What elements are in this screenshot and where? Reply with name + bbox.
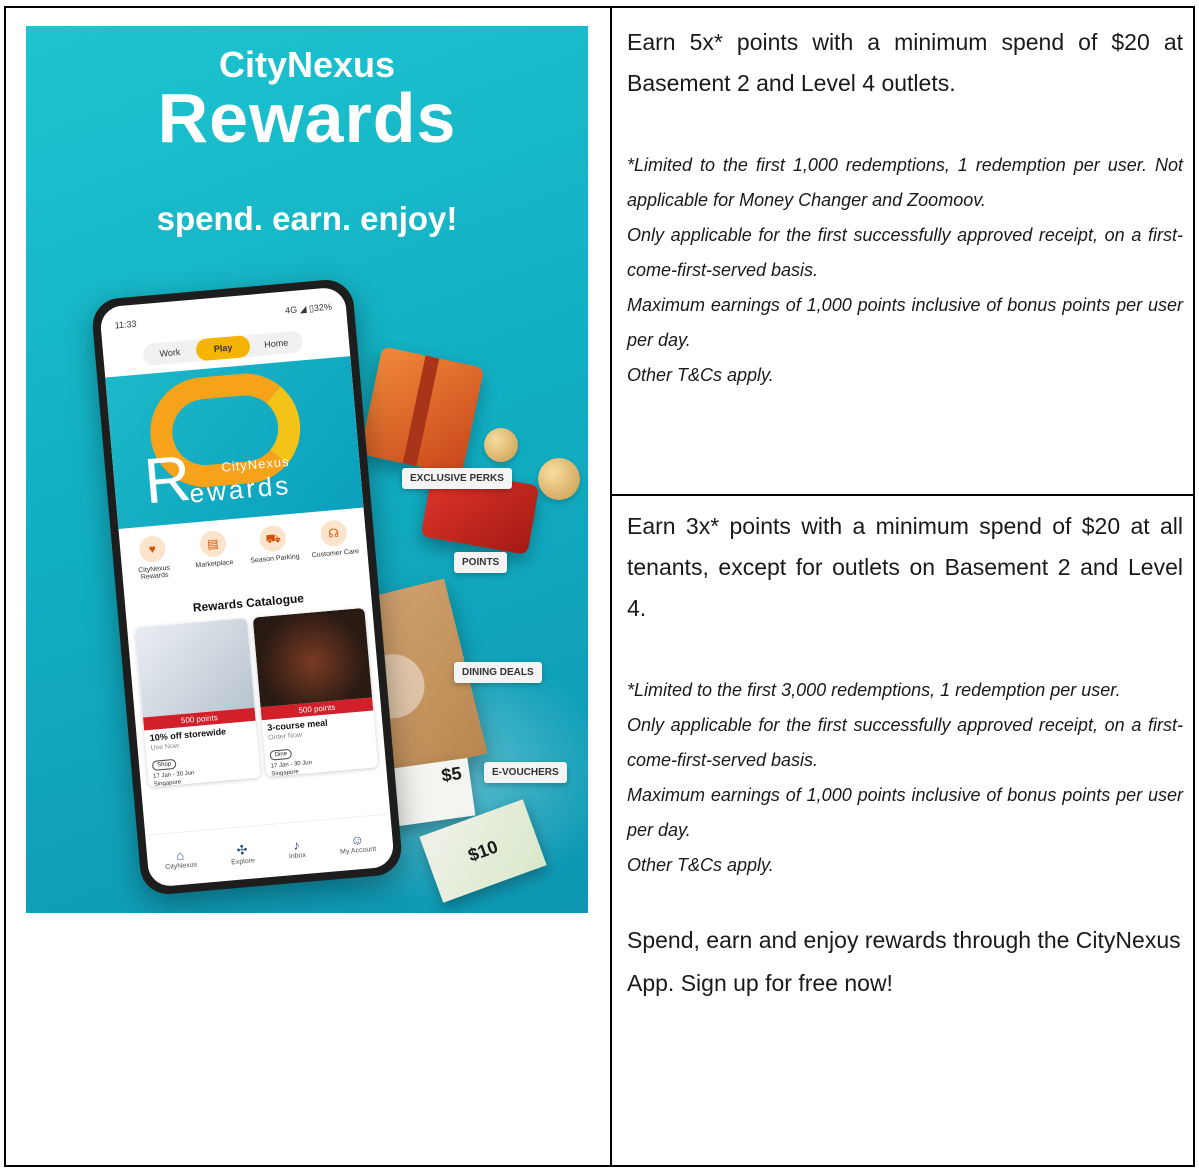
offer-3x-note-receipt: Only applicable for the first successful… [627,715,1183,770]
tab-work[interactable]: Work [142,340,197,367]
shortcut-label: CityNexus Rewards [137,564,171,582]
poster-tagline: spend. earn. enjoy! [156,200,458,237]
shortcut-marketplace[interactable]: ▤ Marketplace [186,529,242,577]
mode-tabs: Work Play Home [142,330,304,367]
bell-icon: ♪ [292,837,301,853]
shortcut-label: Customer Care [311,548,360,560]
status-signal: 4G ◢ ▯32% [284,301,333,316]
tag-e-vouchers: E-VOUCHERS [484,762,567,783]
reward-card[interactable]: 500 points 3-course meal Order Now Dine … [252,607,379,778]
signup-cta: Spend, earn and enjoy rewards through th… [627,927,1181,996]
shortcut-label: Marketplace [195,559,234,570]
shortcut-customer-care[interactable]: ☊ Customer Care [307,518,363,566]
sneakers-image [135,618,255,718]
offer-5x-note-tcs: Other T&Cs apply. [627,365,774,385]
rewards-poster-image: CityNexus Rewards spend. earn. enjoy! $5… [26,26,588,913]
coin-icon [484,428,518,462]
coin-icon [538,458,580,500]
phone-mockup: 11:33 4G ◢ ▯32% Work Play Home R CityNex… [90,277,404,897]
tag-exclusive-perks: EXCLUSIVE PERKS [402,468,512,489]
offer-5x-note-limit: *Limited to the first 1,000 redemptions,… [627,155,1183,210]
catalogue-cards: 500 points 10% off storewide Use Now Sho… [135,607,379,788]
nav-citynexus[interactable]: ⌂ CityNexus [164,846,198,872]
car-icon: ⛟ [259,524,288,553]
nav-label: CityNexus [164,861,198,872]
headset-icon: ☊ [319,519,348,548]
app-hero-banner: R CityNexus ewards [105,356,364,529]
rewards-icon: ♥ [138,535,167,564]
poster-brand-line2: Rewards [157,79,457,157]
nav-explore[interactable]: ✣ Explore [230,841,256,866]
tab-play[interactable]: Play [195,334,251,362]
steak-image [252,607,373,708]
offer-5x-note-max: Maximum earnings of 1,000 points inclusi… [627,295,1183,350]
offer-5x-headline: Earn 5x* points with a minimum spend of … [627,29,1183,96]
status-time: 11:33 [114,318,137,331]
offer-3x-note-limit: *Limited to the first 3,000 redemptions,… [627,680,1121,700]
phone-screen: 11:33 4G ◢ ▯32% Work Play Home R CityNex… [99,286,395,888]
nav-my-account[interactable]: ☺ My Account [339,831,377,856]
nav-label: Inbox [288,851,307,861]
card-chip: Dine [269,748,293,761]
logo-r: R [141,441,194,518]
shortcut-rewards[interactable]: ♥ CityNexus Rewards [125,534,181,582]
offer-3x-headline: Earn 3x* points with a minimum spend of … [627,513,1183,621]
bottom-nav: ⌂ CityNexus ✣ Explore ♪ Inbox ☺ My Account [145,813,395,888]
nav-inbox[interactable]: ♪ Inbox [287,837,307,861]
offer-5x-note-receipt: Only applicable for the first successful… [627,225,1183,280]
poster-cell: CityNexus Rewards spend. earn. enjoy! $5… [6,8,612,1165]
document-table: CityNexus Rewards spend. earn. enjoy! $5… [4,6,1195,1167]
tab-home[interactable]: Home [249,330,304,357]
card-chip: Shop [151,758,177,771]
nav-label: Explore [230,856,256,866]
shortcut-label: Season Parking [250,553,300,565]
offer-3x-note-max: Maximum earnings of 1,000 points inclusi… [627,785,1183,840]
shortcut-season-parking[interactable]: ⛟ Season Parking [246,523,302,571]
reward-card[interactable]: 500 points 10% off storewide Use Now Sho… [135,618,261,788]
status-bar: 11:33 4G ◢ ▯32% [114,302,332,332]
tag-dining-deals: DINING DEALS [454,662,542,683]
shortcut-row: ♥ CityNexus Rewards ▤ Marketplace ⛟ Season … [125,518,362,582]
tag-points: POINTS [454,552,508,573]
store-icon: ▤ [198,529,227,558]
offer-3x-note-tcs: Other T&Cs apply. [627,855,774,875]
gift-box-icon [359,346,485,476]
offer-5x-cell: Earn 5x* points with a minimum spend of … [612,8,1193,496]
offer-3x-cell: Earn 3x* points with a minimum spend of … [612,496,1193,1165]
